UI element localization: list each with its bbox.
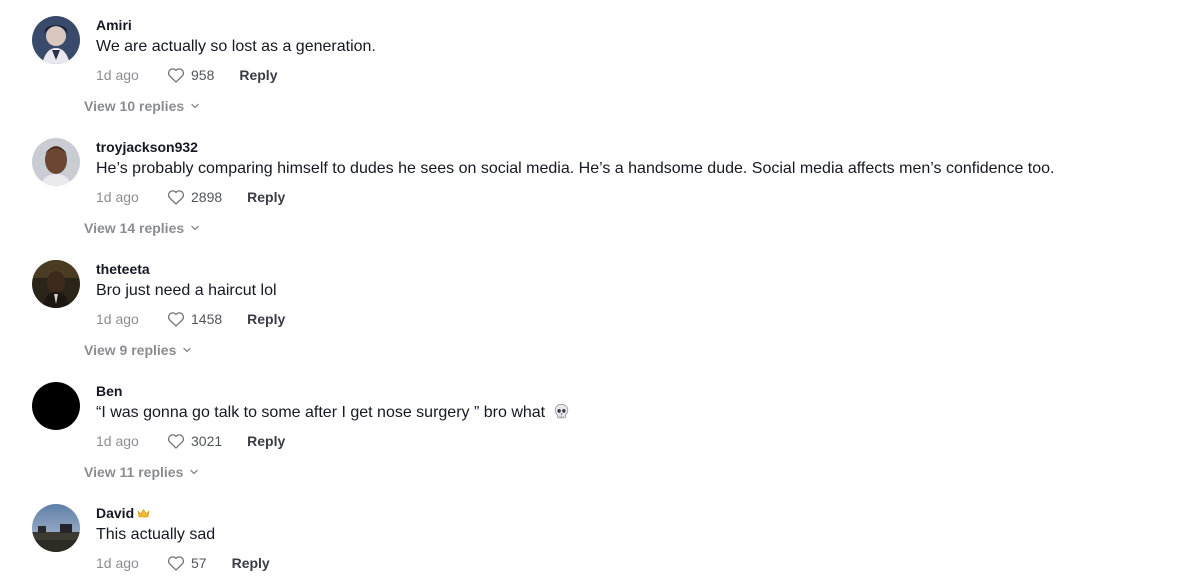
comment-meta: 1d ago 57 Reply bbox=[96, 552, 270, 574]
like-count: 2898 bbox=[191, 189, 223, 205]
chevron-down-icon bbox=[183, 347, 192, 353]
username[interactable]: troyjackson932 bbox=[96, 138, 198, 156]
comment-text: Bro just need a haircut lol bbox=[96, 282, 277, 299]
username-row: David bbox=[96, 504, 150, 522]
like-count: 958 bbox=[191, 67, 215, 83]
view-replies-label: View 9 replies bbox=[84, 342, 177, 358]
timestamp: 1d ago bbox=[96, 555, 139, 571]
view-replies-label: View 11 replies bbox=[84, 464, 184, 480]
comment-item: David This actually sad 1d ago 57 Reply bbox=[32, 504, 1172, 582]
black-avatar bbox=[32, 382, 80, 430]
heart-icon bbox=[167, 434, 185, 449]
reply-button[interactable]: Reply bbox=[232, 555, 270, 571]
comment-meta: 1d ago 3021 Reply bbox=[96, 430, 285, 452]
comment-meta: 1d ago 2898 Reply bbox=[96, 186, 285, 208]
comment-text: This actually sad bbox=[96, 526, 216, 543]
heart-icon bbox=[167, 312, 185, 327]
comment-item: Amiri We are actually so lost as a gener… bbox=[32, 16, 1172, 138]
person-dark-photo-avatar bbox=[32, 260, 80, 308]
anime-character-avatar bbox=[32, 16, 80, 64]
comment-meta: 1d ago 1458 Reply bbox=[96, 308, 285, 330]
like-count: 57 bbox=[191, 555, 207, 571]
comment-text: We are actually so lost as a generation. bbox=[96, 38, 376, 55]
avatar[interactable] bbox=[32, 16, 80, 64]
like-button[interactable]: 3021 bbox=[166, 431, 222, 451]
like-button[interactable]: 1458 bbox=[166, 309, 222, 329]
comment-text: “I was gonna go talk to some after I get… bbox=[96, 404, 546, 421]
view-replies-button[interactable]: View 14 replies bbox=[84, 220, 200, 236]
skull-icon bbox=[554, 403, 568, 419]
view-replies-button[interactable]: View 11 replies bbox=[84, 464, 199, 480]
comment-text-container: “I was gonna go talk to some after I get… bbox=[96, 402, 570, 424]
view-replies-button[interactable]: View 10 replies bbox=[84, 98, 200, 114]
chevron-down-icon bbox=[191, 103, 199, 109]
comment-item: theteeta Bro just need a haircut lol 1d … bbox=[32, 260, 1172, 382]
comment-text: He’s probably comparing himself to dudes… bbox=[96, 160, 1055, 177]
like-count: 3021 bbox=[191, 433, 223, 449]
username[interactable]: Ben bbox=[96, 382, 122, 400]
chevron-down-icon bbox=[191, 225, 199, 231]
like-button[interactable]: 2898 bbox=[166, 187, 222, 207]
person-photo-avatar bbox=[32, 138, 80, 186]
like-count: 1458 bbox=[191, 311, 223, 327]
chevron-down-icon bbox=[190, 469, 199, 475]
comment-item: Ben “I was gonna go talk to some after I… bbox=[32, 382, 1172, 504]
view-replies-button[interactable]: View 9 replies bbox=[84, 342, 192, 358]
comment-item: troyjackson932 He’s probably comparing h… bbox=[32, 138, 1172, 260]
username[interactable]: Amiri bbox=[96, 16, 132, 34]
avatar[interactable] bbox=[32, 382, 80, 430]
timestamp: 1d ago bbox=[96, 189, 139, 205]
comment-meta: 1d ago 958 Reply bbox=[96, 64, 277, 86]
username[interactable]: David bbox=[96, 504, 134, 522]
avatar[interactable] bbox=[32, 504, 80, 552]
landscape-photo-avatar bbox=[32, 504, 80, 552]
timestamp: 1d ago bbox=[96, 433, 139, 449]
username[interactable]: theteeta bbox=[96, 260, 150, 278]
avatar[interactable] bbox=[32, 138, 80, 186]
timestamp: 1d ago bbox=[96, 311, 139, 327]
view-replies-label: View 14 replies bbox=[84, 220, 185, 236]
like-button[interactable]: 958 bbox=[166, 65, 214, 85]
reply-button[interactable]: Reply bbox=[239, 67, 277, 83]
reply-button[interactable]: Reply bbox=[247, 311, 285, 327]
heart-icon bbox=[167, 556, 185, 571]
view-replies-label: View 10 replies bbox=[84, 98, 185, 114]
crown-icon bbox=[137, 509, 150, 518]
reply-button[interactable]: Reply bbox=[247, 433, 285, 449]
heart-icon bbox=[167, 68, 185, 83]
heart-icon bbox=[167, 190, 185, 205]
avatar[interactable] bbox=[32, 260, 80, 308]
timestamp: 1d ago bbox=[96, 67, 139, 83]
reply-button[interactable]: Reply bbox=[247, 189, 285, 205]
like-button[interactable]: 57 bbox=[166, 553, 207, 573]
